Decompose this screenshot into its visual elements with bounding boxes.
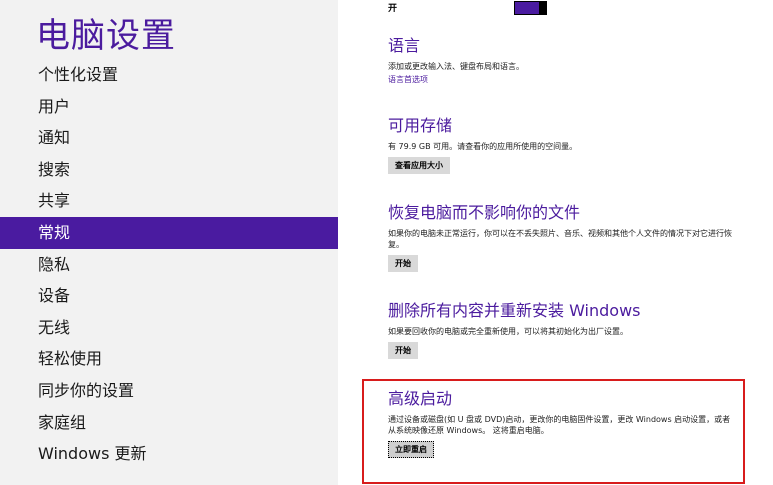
- section-title: 高级启动: [388, 389, 453, 408]
- section-description: 如果你的电脑未正常运行，你可以在不丢失照片、音乐、视频和其他个人文件的情况下对它…: [388, 229, 732, 249]
- sidebar-item-notifications[interactable]: 通知: [0, 122, 338, 154]
- section-description: 添加或更改输入法、键盘布局和语言。: [388, 62, 524, 71]
- section-description: 有 79.9 GB 可用。请查看你的应用所使用的空间量。: [388, 142, 578, 151]
- sidebar-item-personalize[interactable]: 个性化设置: [0, 59, 338, 91]
- sidebar-item-privacy[interactable]: 隐私: [0, 249, 338, 281]
- section-refresh-pc: 恢复电脑而不影响你的文件 如果你的电脑未正常运行，你可以在不丢失照片、音乐、视频…: [388, 203, 733, 272]
- sidebar-item-wireless[interactable]: 无线: [0, 312, 338, 344]
- sidebar-item-homegroup[interactable]: 家庭组: [0, 407, 338, 439]
- section-title: 删除所有内容并重新安装 Windows: [388, 301, 641, 320]
- section-reset-pc: 删除所有内容并重新安装 Windows 如果要回收你的电脑或完全重新使用，可以将…: [388, 301, 733, 359]
- toggle-knob: [539, 2, 546, 14]
- language-preferences-link[interactable]: 语言首选项: [388, 74, 733, 85]
- app-title: 电脑设置: [36, 16, 176, 56]
- reset-start-button[interactable]: 开始: [388, 342, 418, 359]
- sidebar-item-devices[interactable]: 设备: [0, 280, 338, 312]
- section-description: 如果要回收你的电脑或完全重新使用，可以将其初始化为出厂设置。: [388, 327, 628, 336]
- section-language: 语言 添加或更改输入法、键盘布局和语言。 语言首选项: [388, 36, 733, 85]
- toggle-switch[interactable]: [514, 1, 547, 15]
- sidebar: 电脑设置 个性化设置 用户 通知 搜索 共享 常规 隐私 设备 无线 轻松使用 …: [0, 0, 338, 485]
- sidebar-item-share[interactable]: 共享: [0, 185, 338, 217]
- sidebar-nav: 个性化设置 用户 通知 搜索 共享 常规 隐私 设备 无线 轻松使用 同步你的设…: [0, 59, 338, 470]
- toggle-label: 开: [388, 4, 398, 14]
- section-advanced-startup: 高级启动 通过设备或磁盘(如 U 盘或 DVD)启动，更改你的电脑固件设置，更改…: [388, 389, 733, 458]
- sidebar-item-users[interactable]: 用户: [0, 91, 338, 123]
- section-title: 可用存储: [388, 116, 453, 135]
- section-description: 通过设备或磁盘(如 U 盘或 DVD)启动，更改你的电脑固件设置，更改 Wind…: [388, 415, 731, 435]
- section-storage: 可用存储 有 79.9 GB 可用。请查看你的应用所使用的空间量。 查看应用大小: [388, 116, 733, 174]
- sidebar-item-ease-of-access[interactable]: 轻松使用: [0, 343, 338, 375]
- section-title: 恢复电脑而不影响你的文件: [388, 203, 581, 222]
- sidebar-item-general[interactable]: 常规: [0, 216, 338, 249]
- sidebar-item-sync-settings[interactable]: 同步你的设置: [0, 375, 338, 407]
- sidebar-item-search[interactable]: 搜索: [0, 154, 338, 186]
- settings-content: 开 语言 添加或更改输入法、键盘布局和语言。 语言首选项 可用存储 有 79.9…: [338, 0, 773, 485]
- section-title: 语言: [388, 36, 421, 55]
- refresh-start-button[interactable]: 开始: [388, 255, 418, 272]
- restart-now-button[interactable]: 立即重启: [388, 441, 434, 458]
- view-app-sizes-button[interactable]: 查看应用大小: [388, 157, 450, 174]
- sidebar-item-windows-update[interactable]: Windows 更新: [0, 438, 338, 470]
